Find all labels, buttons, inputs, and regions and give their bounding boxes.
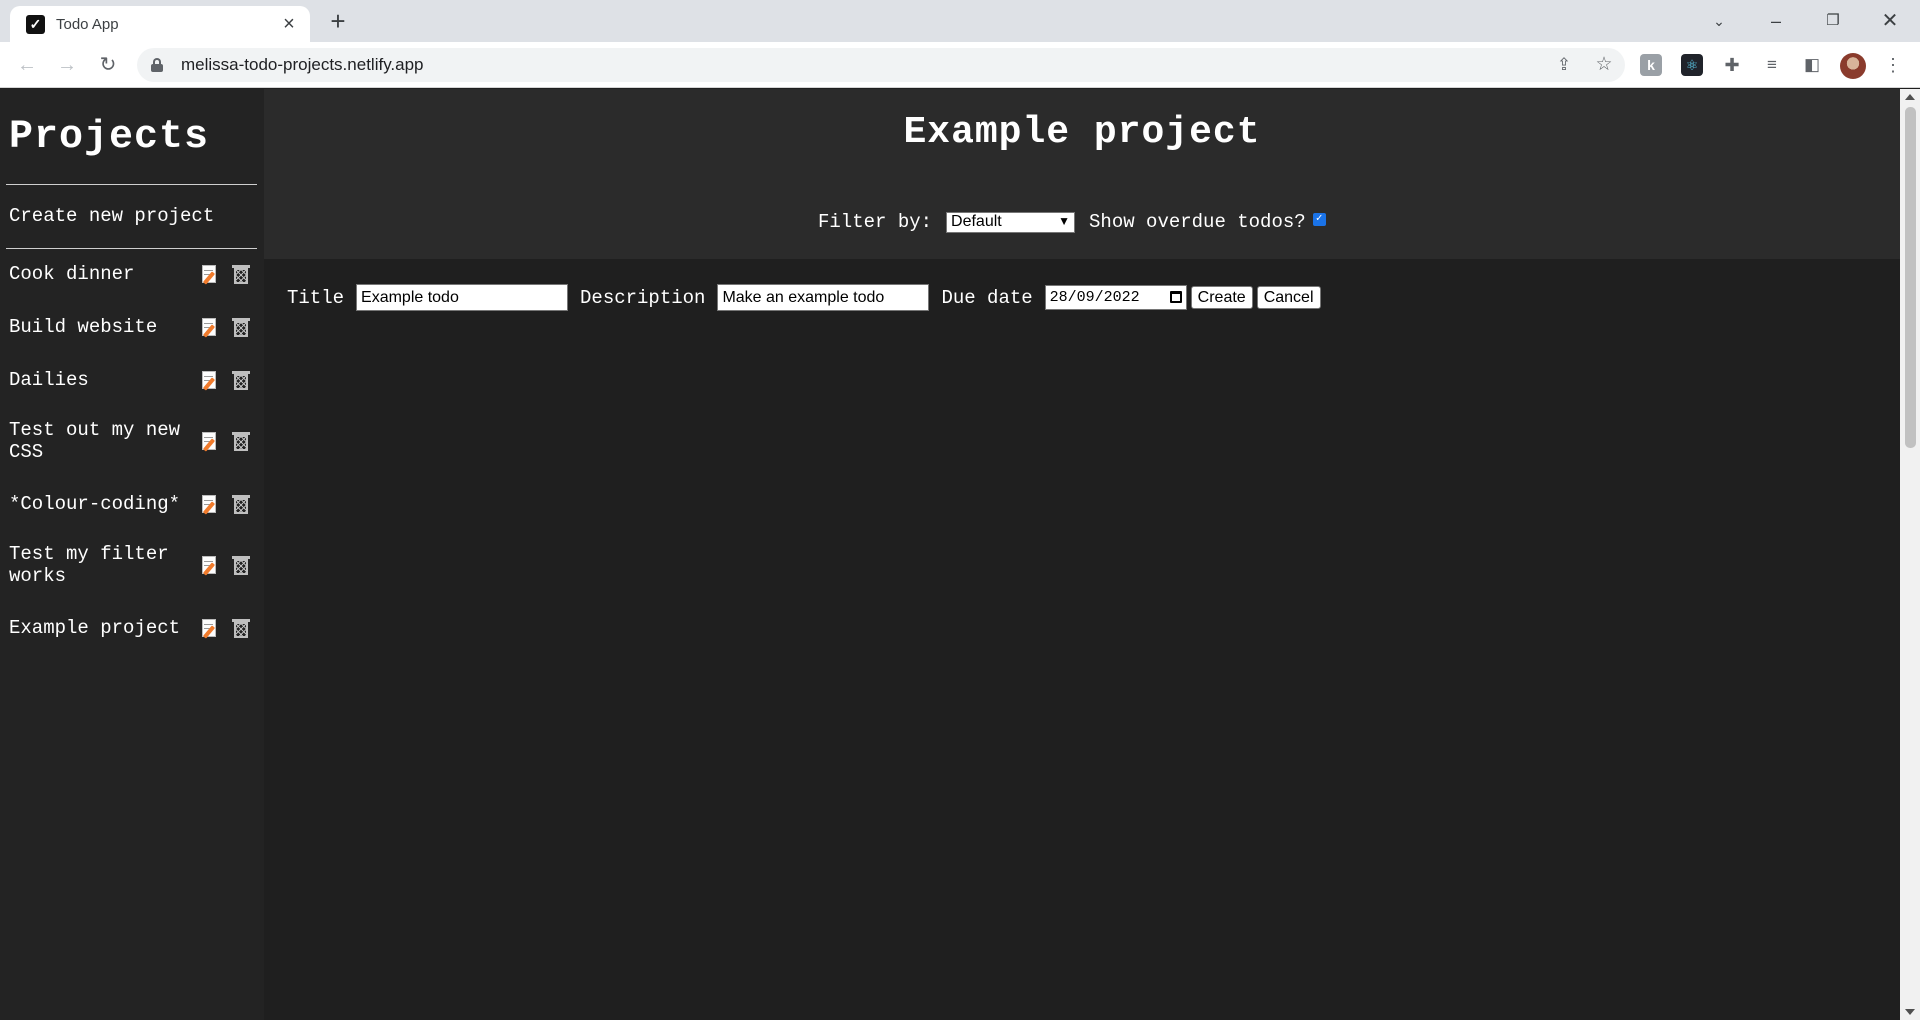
tab-title: Todo App: [56, 15, 119, 33]
scroll-down-icon[interactable]: [1905, 1009, 1915, 1015]
trash-icon[interactable]: [232, 555, 250, 575]
project-name[interactable]: Example project: [9, 617, 194, 639]
divider: [6, 184, 257, 185]
browser-toolbar: ← → ↻ melissa-todo-projects.netlify.app …: [0, 42, 1920, 88]
project-item[interactable]: Example project: [9, 617, 259, 639]
trash-icon[interactable]: [232, 370, 250, 390]
more-menu-icon[interactable]: ⋮: [1882, 54, 1904, 76]
project-item[interactable]: Dailies: [9, 369, 259, 391]
profile-avatar[interactable]: [1840, 53, 1866, 79]
due-date-input[interactable]: 28/09/2022: [1044, 285, 1187, 310]
divider: [6, 248, 257, 249]
description-input-value: Make an example todo: [722, 288, 885, 306]
filter-label: Filter by:: [818, 211, 933, 233]
reload-icon[interactable]: ↻: [93, 50, 123, 80]
project-item[interactable]: Cook dinner: [9, 263, 259, 285]
extension-k-icon[interactable]: k: [1640, 54, 1662, 76]
project-name[interactable]: Test out my new CSS: [9, 419, 194, 463]
project-item[interactable]: Build website: [9, 316, 259, 338]
cancel-button[interactable]: Cancel: [1256, 286, 1321, 309]
overdue-checkbox[interactable]: ✓: [1312, 212, 1326, 226]
chevron-down-icon: ▼: [1058, 213, 1071, 228]
address-bar[interactable]: melissa-todo-projects.netlify.app ⇪ ☆: [137, 48, 1625, 82]
url-text: melissa-todo-projects.netlify.app: [181, 55, 424, 74]
description-input[interactable]: Make an example todo: [717, 284, 930, 311]
edit-icon[interactable]: [201, 618, 219, 639]
new-tab-icon[interactable]: +: [324, 7, 352, 35]
restore-icon[interactable]: ❐: [1813, 4, 1853, 38]
page: Projects Create new project Cook dinner …: [0, 89, 1900, 1020]
project-name[interactable]: *Colour-coding*: [9, 493, 194, 515]
project-name[interactable]: Cook dinner: [9, 263, 194, 285]
project-name[interactable]: Build website: [9, 316, 194, 338]
checkbox-favicon-icon: ✓: [26, 14, 45, 34]
trash-icon[interactable]: [232, 431, 250, 451]
title-input[interactable]: Example todo: [356, 284, 569, 311]
browser-tab-bar: ✓ Todo App × + ⌄ – ❐ ✕: [0, 0, 1920, 42]
project-name[interactable]: Dailies: [9, 369, 194, 391]
due-date-label: Due date: [941, 286, 1033, 309]
trash-icon[interactable]: [232, 264, 250, 284]
filter-select[interactable]: Default ▼: [946, 211, 1076, 233]
forward-icon[interactable]: →: [52, 50, 82, 80]
create-button[interactable]: Create: [1190, 286, 1253, 309]
project-item[interactable]: Test out my new CSS: [9, 419, 259, 463]
edit-icon[interactable]: [201, 317, 219, 338]
edit-icon[interactable]: [201, 494, 219, 515]
extensions-puzzle-icon[interactable]: ✚: [1721, 54, 1743, 76]
scroll-thumb[interactable]: [1905, 107, 1916, 448]
title-input-value: Example todo: [361, 288, 459, 306]
create-project-link[interactable]: Create new project: [9, 205, 214, 227]
title-label: Title: [287, 286, 345, 309]
project-item[interactable]: *Colour-coding*: [9, 493, 259, 515]
tab-search-icon[interactable]: ⌄: [1699, 4, 1739, 38]
bookmark-star-icon[interactable]: ☆: [1589, 48, 1619, 82]
edit-icon[interactable]: [201, 431, 219, 452]
calendar-icon[interactable]: [1169, 291, 1182, 303]
filter-value: Default: [951, 213, 1002, 230]
project-name[interactable]: Test my filter works: [9, 543, 194, 587]
trash-icon[interactable]: [232, 494, 250, 514]
back-icon[interactable]: ←: [12, 50, 42, 80]
page-title: Example project: [903, 111, 1261, 154]
lock-icon[interactable]: [151, 58, 163, 72]
share-icon[interactable]: ⇪: [1549, 48, 1579, 82]
filter-row: Filter by: Default ▼ Show overdue todos?…: [818, 211, 1326, 233]
edit-icon[interactable]: [201, 555, 219, 576]
close-tab-icon[interactable]: ×: [278, 14, 300, 34]
react-devtools-icon[interactable]: ⚛: [1681, 54, 1703, 76]
minimize-icon[interactable]: –: [1756, 4, 1796, 38]
media-queue-icon[interactable]: ≡: [1761, 54, 1783, 76]
trash-icon[interactable]: [232, 317, 250, 337]
side-panel-icon[interactable]: ◧: [1801, 54, 1823, 76]
project-header: Example project Filter by: Default ▼ Sho…: [264, 89, 1900, 259]
close-window-icon[interactable]: ✕: [1870, 4, 1910, 38]
edit-icon[interactable]: [201, 370, 219, 391]
scroll-up-icon[interactable]: [1905, 94, 1915, 100]
browser-tab[interactable]: ✓ Todo App ×: [10, 6, 310, 42]
edit-icon[interactable]: [201, 264, 219, 285]
overdue-label: Show overdue todos?: [1089, 211, 1306, 233]
sidebar-title: Projects: [9, 115, 210, 160]
new-todo-form: Title Example todo Description Make an e…: [287, 284, 1321, 311]
description-label: Description: [580, 286, 706, 309]
due-date-value: 28/09/2022: [1049, 289, 1140, 306]
scrollbar[interactable]: [1900, 89, 1920, 1020]
sidebar: Projects Create new project Cook dinner …: [0, 89, 264, 1020]
trash-icon[interactable]: [232, 618, 250, 638]
project-item[interactable]: Test my filter works: [9, 543, 259, 587]
